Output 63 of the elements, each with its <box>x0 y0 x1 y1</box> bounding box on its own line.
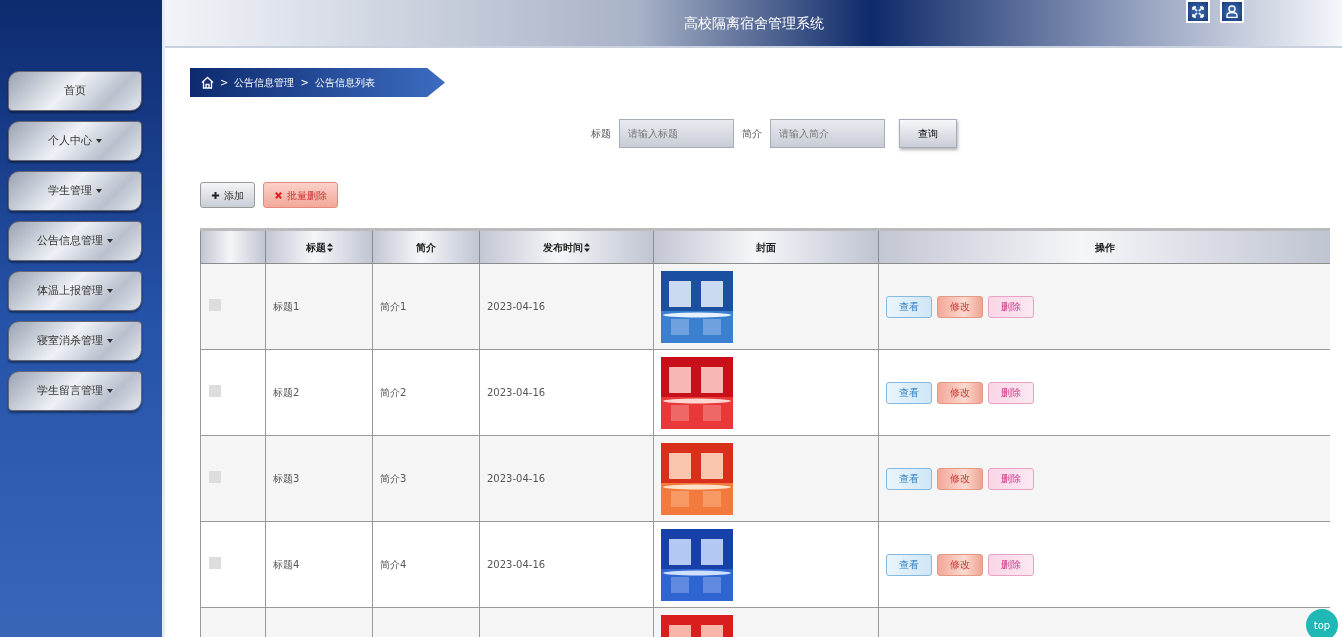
delete-button[interactable]: 删除 <box>988 467 1034 490</box>
row-checkbox[interactable] <box>209 384 221 397</box>
table-cell: 标题4 <box>265 521 373 608</box>
view-button[interactable]: 查看 <box>886 553 932 576</box>
breadcrumb-separator: > <box>300 76 309 90</box>
table-cell: 2023-04-16 <box>479 521 654 608</box>
edit-button[interactable]: 修改 <box>937 381 983 404</box>
column-header: 简介 <box>372 229 480 264</box>
view-button[interactable]: 查看 <box>886 381 932 404</box>
search-field[interactable]: 请输入简介 <box>769 119 885 148</box>
view-button[interactable]: 查看 <box>886 467 932 490</box>
close-icon <box>274 190 283 200</box>
sidebar-menu-button[interactable]: 个人中心 <box>8 121 142 161</box>
edit-button[interactable]: 修改 <box>937 467 983 490</box>
sort-icon[interactable] <box>326 242 333 252</box>
search-field[interactable]: 请输入标题 <box>618 119 734 148</box>
row-checkbox[interactable] <box>209 470 221 483</box>
home-icon[interactable] <box>201 76 214 89</box>
header-cell <box>200 229 266 264</box>
search-button[interactable]: 查询 <box>898 119 957 148</box>
fullscreen-button[interactable] <box>1186 0 1210 23</box>
table-cell: 标题1 <box>265 263 373 350</box>
breadcrumb-link[interactable]: 公告信息列表 <box>314 75 375 90</box>
edit-button[interactable]: 修改 <box>937 553 983 576</box>
row-checkbox[interactable] <box>209 298 221 311</box>
sidebar-menu-button[interactable]: 公告信息管理 <box>8 221 142 261</box>
breadcrumb-link[interactable]: 公告信息管理 <box>234 75 295 90</box>
add-button[interactable]: 添加 <box>200 182 255 208</box>
user-icon <box>1226 5 1238 18</box>
plus-icon <box>211 190 220 200</box>
sidebar-menu-button[interactable]: 学生管理 <box>8 171 142 211</box>
column-header: 操作 <box>878 229 1330 264</box>
view-button[interactable]: 查看 <box>886 295 932 318</box>
delete-button[interactable]: 删除 <box>988 381 1034 404</box>
table-cell: 标题3 <box>265 435 373 522</box>
table-cell: 2023-04-16 <box>479 263 654 350</box>
back-to-top-button[interactable]: top <box>1306 609 1338 637</box>
table-cell: 标题2 <box>265 349 373 436</box>
column-header[interactable]: 发布时间 <box>479 229 654 264</box>
delete-button[interactable]: 删除 <box>988 553 1034 576</box>
sidebar-menu-button[interactable]: 首页 <box>8 71 142 111</box>
row-checkbox[interactable] <box>209 556 221 569</box>
breadcrumb-separator: > <box>220 76 229 90</box>
user-button[interactable] <box>1220 0 1244 23</box>
app-title: 高校隔离宿舍管理系统 <box>683 13 824 33</box>
sidebar-menu-button[interactable]: 体温上报管理 <box>8 271 142 311</box>
edit-button[interactable]: 修改 <box>937 295 983 318</box>
field-label: 标题 <box>590 127 611 141</box>
table-cell: 简介3 <box>372 435 480 522</box>
table-cell: 2023-04-16 <box>479 435 654 522</box>
batch-delete-button[interactable]: 批量删除 <box>263 182 338 208</box>
table-cell: 简介2 <box>372 349 480 436</box>
sidebar-menu-button[interactable]: 寝室消杀管理 <box>8 321 142 361</box>
column-header: 封面 <box>653 229 879 264</box>
fullscreen-icon <box>1192 5 1204 18</box>
table-cell: 2023-04-16 <box>479 349 654 436</box>
field-label: 简介 <box>741 127 762 141</box>
table-cell: 简介4 <box>372 521 480 608</box>
table-cell: 简介1 <box>372 263 480 350</box>
delete-button[interactable]: 删除 <box>988 295 1034 318</box>
sort-icon[interactable] <box>584 242 590 252</box>
sidebar-menu-button[interactable]: 学生留言管理 <box>8 371 142 411</box>
column-header[interactable]: 标题 <box>265 229 373 264</box>
